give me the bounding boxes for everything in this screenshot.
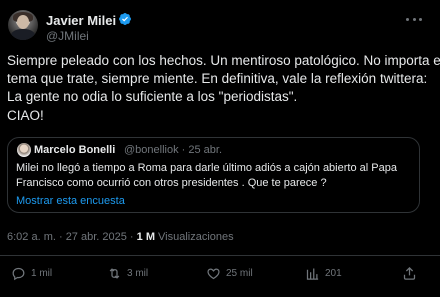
author-name[interactable]: Javier Milei xyxy=(46,13,116,28)
avatar-face xyxy=(17,15,29,29)
like-count: 25 mil xyxy=(226,268,253,279)
reply-count: 1 mil xyxy=(31,268,53,279)
reply-icon xyxy=(12,267,25,281)
views-action-count: 201 xyxy=(325,268,342,279)
divider xyxy=(0,255,440,256)
tweet-line: Siempre peleado con los hechos. Un menti… xyxy=(7,53,440,68)
views-count: 1 M xyxy=(136,231,155,243)
views-label: Visualizaciones xyxy=(154,231,234,243)
tweet-line: tema que trate, siempre miente. En defin… xyxy=(7,71,428,87)
more-options-icon[interactable] xyxy=(406,12,422,26)
share-icon xyxy=(403,266,416,280)
quote-line: Milei no llegó a tiempo a Roma para darl… xyxy=(16,162,397,174)
views-chart-icon xyxy=(306,268,319,280)
quote-author-name: Marcelo Bonelli xyxy=(34,144,116,156)
like-button[interactable]: 25 mil xyxy=(206,266,253,281)
heart-icon xyxy=(207,268,220,280)
avatar-body xyxy=(11,29,35,40)
more-dot xyxy=(419,17,422,21)
quote-text: Milei no llegó a tiempo a Roma para darl… xyxy=(16,161,416,190)
repost-count: 3 mil xyxy=(127,268,149,279)
more-dot xyxy=(412,17,416,21)
more-dot xyxy=(406,17,409,21)
repost-icon xyxy=(109,268,120,279)
tweet-metadata: 6:02 a. m. · 27 abr. 2025 · 1 M Visualiz… xyxy=(7,231,234,243)
reply-button[interactable]: 1 mil xyxy=(11,266,52,281)
tweet-datetime[interactable]: 6:02 a. m. · 27 abr. 2025 · xyxy=(7,231,137,243)
quote-handle-time: @bonelliok · 25 abr. xyxy=(124,144,223,156)
author-handle[interactable]: @JMilei xyxy=(46,29,89,43)
verified-badge-icon xyxy=(119,13,131,25)
views-button[interactable]: 201 xyxy=(305,266,342,281)
tweet-text: Siempre peleado con los hechos. Un menti… xyxy=(7,52,440,125)
tweet-line: CIAO! xyxy=(7,107,44,123)
show-poll-link[interactable]: Mostrar esta encuesta xyxy=(16,195,125,207)
author-avatar[interactable] xyxy=(8,10,38,40)
quote-line: Francisco como ocurrió con otros preside… xyxy=(16,176,327,189)
repost-button[interactable]: 3 mil xyxy=(107,266,148,281)
share-button[interactable] xyxy=(402,266,417,281)
quoted-tweet[interactable]: Marcelo Bonelli @bonelliok · 25 abr. Mil… xyxy=(7,137,420,213)
tweet-line: La gente no odia lo suficiente a los "pe… xyxy=(7,89,298,105)
quote-avatar xyxy=(17,143,31,157)
